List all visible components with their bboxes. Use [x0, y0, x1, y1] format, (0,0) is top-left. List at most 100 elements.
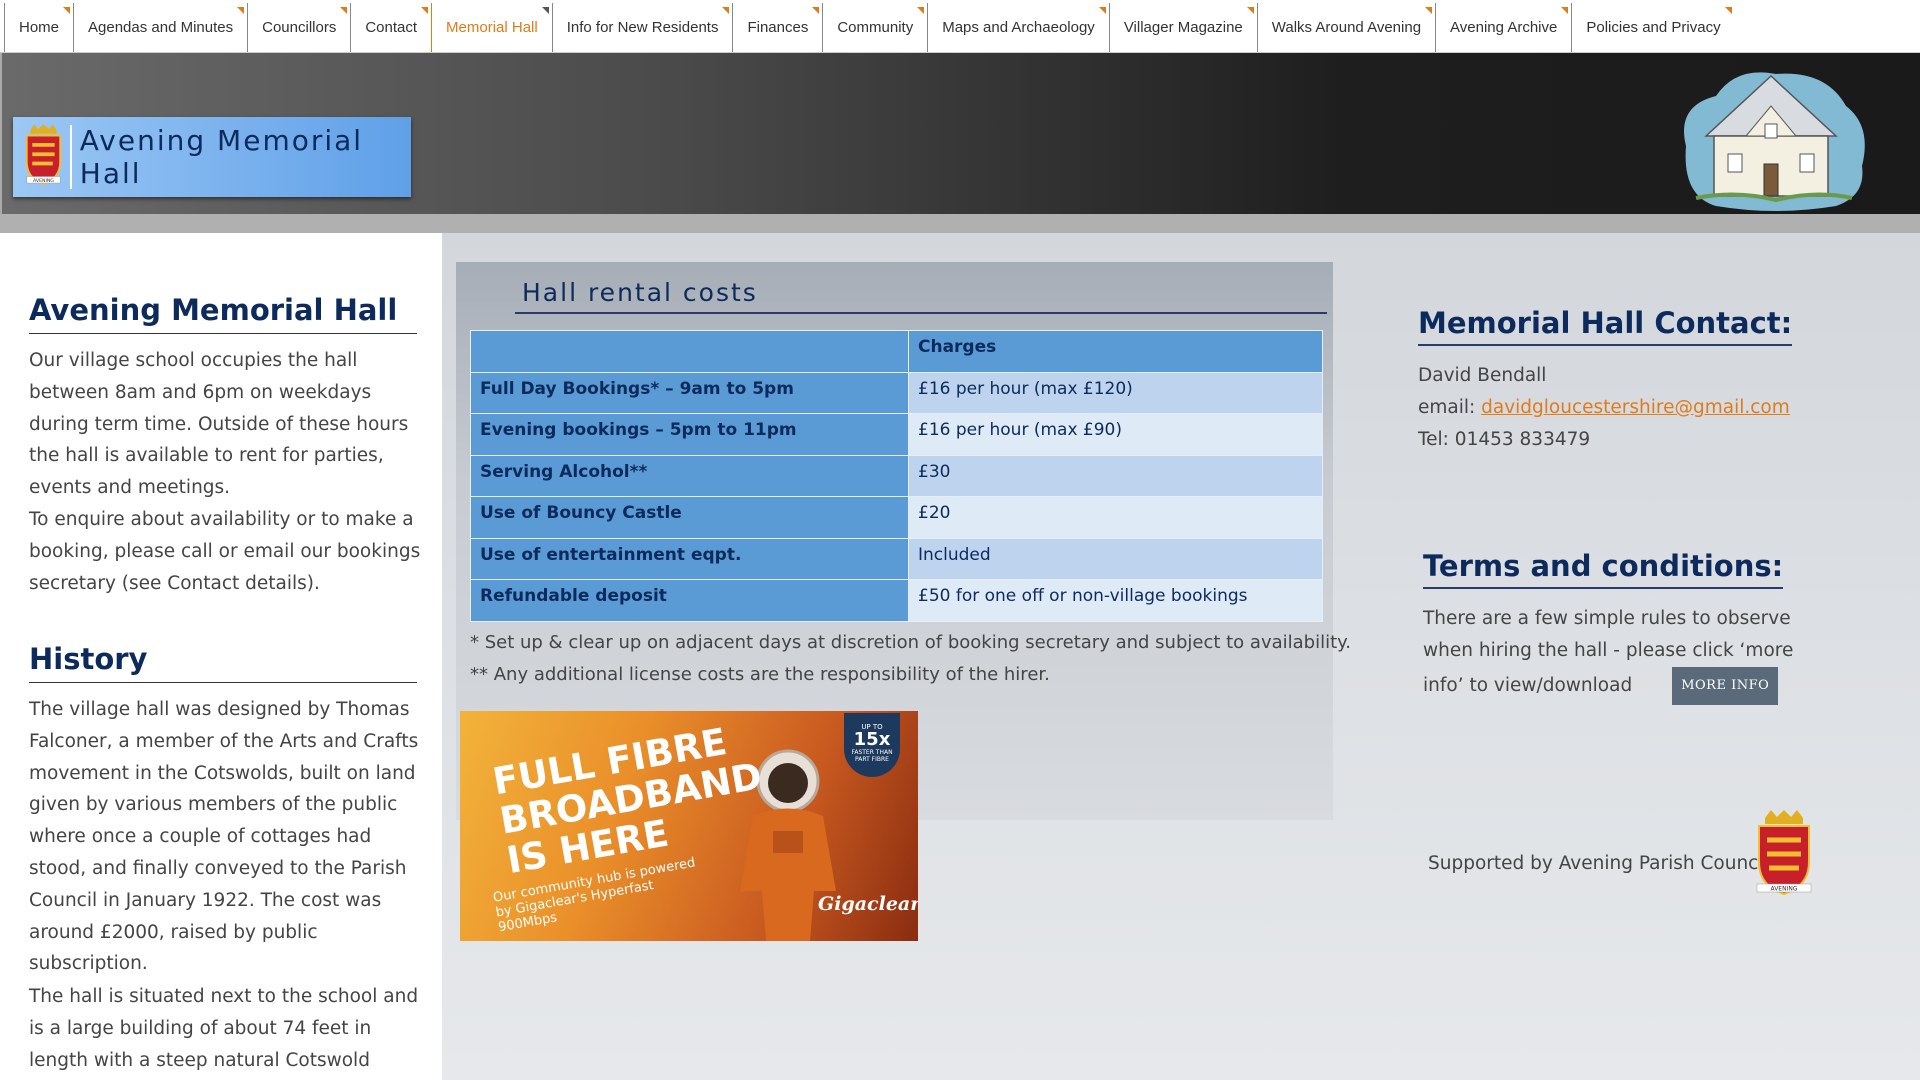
table-row: Serving Alcohol** £30: [470, 454, 1323, 497]
badge-bottom-text: PART FIBRE: [855, 756, 889, 763]
table-header-row: Charges: [470, 330, 1323, 373]
top-navigation: Home Agendas and Minutes Councillors Con…: [0, 0, 1920, 53]
nav-item-contact[interactable]: Contact: [350, 3, 431, 52]
nav-item-archive[interactable]: Avening Archive: [1435, 3, 1571, 52]
table-row: Refundable deposit £50 for one off or no…: [470, 579, 1323, 622]
charge-label: Refundable deposit: [470, 579, 909, 622]
charge-label: Use of Bouncy Castle: [470, 496, 909, 539]
banner-strip: [0, 214, 1920, 233]
intro-paragraph-2: To enquire about availability or to make…: [29, 508, 421, 594]
table-row: Evening bookings – 5pm to 11pm £16 per h…: [470, 413, 1323, 456]
advert-brand-logo: Gigaclear: [818, 893, 918, 915]
terms-text-line: There are a few simple rules to observe: [1423, 608, 1791, 629]
charge-label: Evening bookings – 5pm to 11pm: [470, 413, 909, 456]
rental-heading: Hall rental costs: [522, 278, 758, 307]
contact-email-line: email: davidgloucestershire@gmail.com: [1418, 392, 1790, 424]
nav-item-policies[interactable]: Policies and Privacy: [1571, 3, 1734, 52]
charge-value: £50 for one off or non-village bookings: [908, 579, 1323, 622]
nav-item-home[interactable]: Home: [4, 3, 73, 52]
dropdown-indicator-icon: [237, 7, 245, 14]
contact-email-link[interactable]: davidgloucestershire@gmail.com: [1481, 397, 1790, 418]
contact-phone: Tel: 01453 833479: [1418, 429, 1591, 450]
dropdown-indicator-icon: [917, 7, 925, 14]
nav-item-walks[interactable]: Walks Around Avening: [1256, 3, 1435, 52]
email-label: email:: [1418, 397, 1482, 418]
dropdown-indicator-icon: [63, 7, 71, 14]
dropdown-indicator-icon: [541, 7, 549, 14]
terms-text-line: info’ to view/download: [1423, 675, 1633, 696]
contact-name: David Bendall: [1418, 365, 1547, 386]
footnote-setup: * Set up & clear up on adjacent days at …: [470, 632, 1351, 653]
nav-label: Villager Magazine: [1123, 19, 1243, 36]
terms-text: There are a few simple rules to observe …: [1423, 603, 1793, 705]
nav-item-councillors[interactable]: Councillors: [247, 3, 350, 52]
nav-item-maps[interactable]: Maps and Archaeology: [927, 3, 1109, 52]
dropdown-indicator-icon: [340, 7, 348, 14]
nav-label: Agendas and Minutes: [88, 19, 234, 36]
dropdown-indicator-icon: [1098, 7, 1106, 14]
nav-item-community[interactable]: Community: [822, 3, 927, 52]
support-text: Supported by Avening Parish Council: [1428, 853, 1769, 874]
dropdown-indicator-icon: [1561, 7, 1569, 14]
table-header-charges: Charges: [908, 330, 1323, 373]
nav-label: Policies and Privacy: [1586, 19, 1721, 36]
charge-value: £30: [908, 454, 1323, 497]
nav-item-villager-magazine[interactable]: Villager Magazine: [1108, 3, 1257, 52]
charge-label: Full Day Bookings* – 9am to 5pm: [470, 371, 909, 414]
history-text-2: The hall is situated next to the school …: [29, 986, 419, 1071]
intro-text: Our village school occupies the hall bet…: [29, 345, 421, 599]
nav-label: Councillors: [262, 19, 337, 36]
terms-text-last-line: info’ to view/download MORE INFO: [1423, 667, 1793, 705]
nav-label: Info for New Residents: [566, 19, 719, 36]
nav-label: Maps and Archaeology: [942, 19, 1095, 36]
title-divider: [69, 125, 72, 189]
nav-label: Contact: [365, 19, 418, 36]
contact-heading: Memorial Hall Contact:: [1418, 306, 1793, 346]
nav-label: Memorial Hall: [446, 19, 538, 36]
nav-item-memorial-hall[interactable]: Memorial Hall: [431, 3, 552, 52]
dropdown-indicator-icon: [1425, 7, 1433, 14]
crest-label: AVENING: [33, 178, 54, 184]
intro-paragraph-1: Our village school occupies the hall bet…: [29, 350, 409, 499]
history-text: The village hall was designed by Thomas …: [29, 699, 419, 975]
badge-mid-text: FASTER THAN: [851, 749, 893, 756]
more-info-button[interactable]: MORE INFO: [1672, 667, 1779, 705]
badge-main-text: 15x: [853, 729, 891, 750]
charge-value: £16 per hour (max £90): [908, 413, 1323, 456]
nav-item-finances[interactable]: Finances: [732, 3, 822, 52]
charge-value: Included: [908, 537, 1323, 580]
intro-heading: Avening Memorial Hall: [29, 293, 417, 334]
contact-details: David Bendall email: davidgloucestershir…: [1418, 360, 1790, 456]
charge-value: £16 per hour (max £120): [908, 371, 1323, 414]
table-row: Use of Bouncy Castle £20: [470, 496, 1323, 539]
footnote-license: ** Any additional license costs are the …: [470, 664, 1050, 685]
nav-label: Walks Around Avening: [1271, 19, 1422, 36]
history-heading: History: [29, 642, 417, 683]
parish-crest-icon: AVENING: [25, 124, 62, 185]
nav-item-agendas[interactable]: Agendas and Minutes: [73, 3, 247, 52]
charge-label: Use of entertainment eqpt.: [470, 537, 909, 580]
charge-value: £20: [908, 496, 1323, 539]
rental-charges-table: Charges Full Day Bookings* – 9am to 5pm …: [470, 330, 1323, 622]
crest-label: AVENING: [1770, 886, 1797, 893]
speed-badge: UP TO 15x FASTER THAN PART FIBRE: [844, 713, 900, 777]
terms-text-line: when hiring the hall - please click ‘mor…: [1423, 640, 1794, 661]
parish-council-crest-icon: AVENING: [1756, 810, 1812, 896]
nav-label: Finances: [747, 19, 809, 36]
site-title-box[interactable]: AVENING Avening Memorial Hall: [13, 117, 411, 197]
terms-heading: Terms and conditions:: [1423, 549, 1784, 589]
table-row: Full Day Bookings* – 9am to 5pm £16 per …: [470, 371, 1323, 414]
table-header-empty: [470, 330, 909, 373]
broadband-advert[interactable]: FULL FIBRE BROADBAND IS HERE Our communi…: [460, 711, 918, 941]
dropdown-indicator-icon: [1724, 7, 1732, 14]
nav-label: Avening Archive: [1450, 19, 1558, 36]
nav-label: Home: [19, 19, 60, 36]
dropdown-indicator-icon: [421, 7, 429, 14]
dropdown-indicator-icon: [722, 7, 730, 14]
charge-label: Serving Alcohol**: [470, 454, 909, 497]
site-title: Avening Memorial Hall: [79, 124, 364, 190]
dropdown-indicator-icon: [812, 7, 820, 14]
memorial-hall-sketch-image: [1684, 72, 1865, 211]
nav-item-new-residents[interactable]: Info for New Residents: [551, 3, 733, 52]
dropdown-indicator-icon: [1246, 7, 1254, 14]
